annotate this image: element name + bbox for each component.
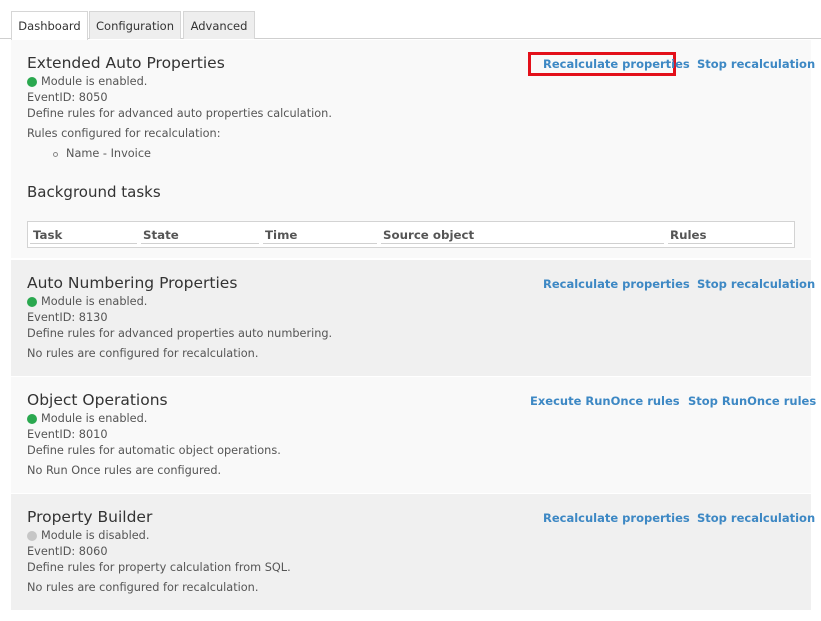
module-title: Object Operations: [27, 391, 168, 409]
module-status: Module is disabled.: [27, 529, 149, 542]
status-text: Module is disabled.: [41, 529, 150, 542]
tab-advanced[interactable]: Advanced: [183, 11, 255, 39]
recalculate-properties-button[interactable]: Recalculate properties: [543, 57, 690, 71]
header-rule: [263, 243, 377, 244]
module-title: Property Builder: [27, 508, 153, 526]
stop-recalculation-button[interactable]: Stop recalculation: [697, 511, 815, 525]
column-header-time[interactable]: Time: [265, 228, 297, 242]
recalculate-properties-button[interactable]: Recalculate properties: [543, 511, 690, 525]
stop-recalculation-button[interactable]: Stop recalculation: [697, 57, 815, 71]
column-header-rules[interactable]: Rules: [670, 228, 707, 242]
header-rule: [141, 243, 259, 244]
status-text: Module is enabled.: [41, 295, 148, 308]
status-text: Module is enabled.: [41, 75, 148, 88]
stop-runonce-rules-button[interactable]: Stop RunOnce rules: [688, 394, 816, 408]
status-dot-icon: [27, 296, 37, 307]
event-id: EventID: 8060: [27, 545, 108, 558]
module-title: Extended Auto Properties: [27, 54, 225, 72]
module-object-operations: Object Operations Module is enabled. Eve…: [11, 377, 816, 493]
background-tasks-title: Background tasks: [27, 183, 161, 201]
module-description: Define rules for automatic object operat…: [27, 444, 281, 457]
bullet-icon: [53, 151, 58, 157]
module-auto-numbering-properties: Auto Numbering Properties Module is enab…: [11, 260, 815, 376]
tab-configuration[interactable]: Configuration: [89, 11, 181, 39]
module-status: Module is enabled.: [27, 412, 147, 425]
module-status: Module is enabled.: [27, 75, 147, 88]
event-id: EventID: 8010: [27, 428, 108, 441]
module-description: Define rules for property calculation fr…: [27, 561, 291, 574]
column-header-source-object[interactable]: Source object: [383, 228, 474, 242]
module-title: Auto Numbering Properties: [27, 274, 238, 292]
event-id: EventID: 8130: [27, 311, 108, 324]
status-dot-icon: [27, 530, 37, 541]
header-rule: [30, 243, 137, 244]
background-tasks-table: Task State Time Source object Rules: [27, 221, 795, 248]
module-description: Define rules for advanced auto propertie…: [27, 107, 332, 120]
header-rule: [668, 243, 792, 244]
rule-label: Name - Invoice: [66, 147, 151, 160]
recalculate-properties-button[interactable]: Recalculate properties: [543, 277, 690, 291]
rules-status: No rules are configured for recalculatio…: [27, 347, 259, 360]
rule-item: Name - Invoice: [53, 147, 151, 160]
module-status: Module is enabled.: [27, 295, 147, 308]
column-header-task[interactable]: Task: [33, 228, 62, 242]
stop-recalculation-button[interactable]: Stop recalculation: [697, 277, 815, 291]
module-description: Define rules for advanced properties aut…: [27, 327, 333, 340]
status-text: Module is enabled.: [41, 412, 148, 425]
rules-status: No Run Once rules are configured.: [27, 464, 222, 477]
tab-bar: Dashboard Configuration Advanced: [0, 0, 821, 40]
tab-dashboard[interactable]: Dashboard: [11, 11, 88, 40]
module-property-builder: Property Builder Module is disabled. Eve…: [11, 494, 815, 610]
rules-status: No rules are configured for recalculatio…: [27, 581, 259, 594]
module-extended-auto-properties: Extended Auto Properties Module is enabl…: [11, 40, 815, 258]
execute-runonce-rules-button[interactable]: Execute RunOnce rules: [530, 394, 680, 408]
status-dot-icon: [27, 413, 37, 424]
header-rule: [381, 243, 664, 244]
status-dot-icon: [27, 76, 37, 87]
event-id: EventID: 8050: [27, 91, 108, 104]
column-header-state[interactable]: State: [143, 228, 179, 242]
rules-heading: Rules configured for recalculation:: [27, 127, 221, 140]
